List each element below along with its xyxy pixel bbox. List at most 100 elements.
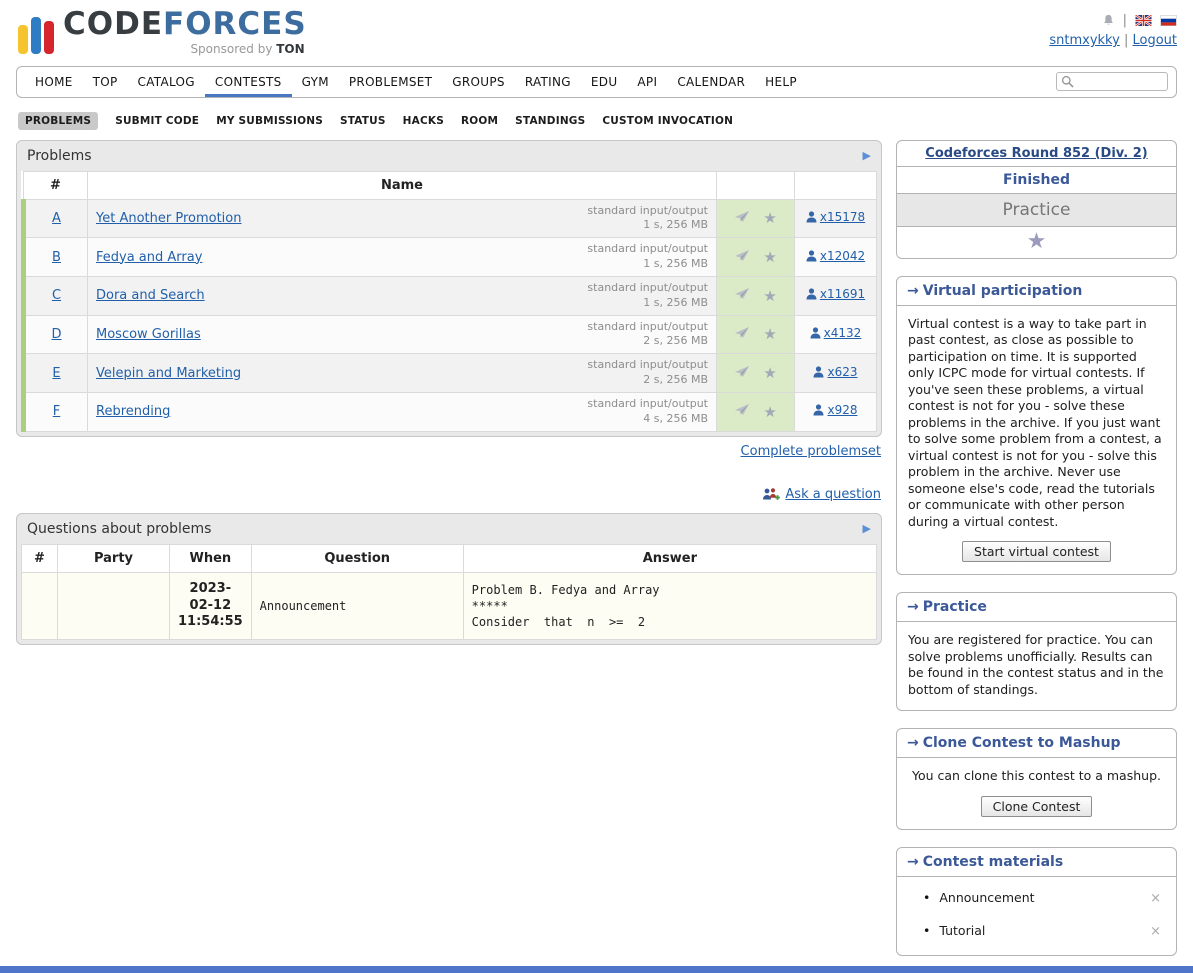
problem-title-link[interactable]: Fedya and Array: [96, 250, 202, 265]
nav-contests[interactable]: CONTESTS: [205, 67, 292, 97]
nav-top[interactable]: TOP: [83, 67, 128, 97]
logout-link[interactable]: Logout: [1132, 33, 1177, 48]
submit-plane-icon[interactable]: [734, 210, 750, 227]
question-answer: Problem B. Fedya and Array ***** Conside…: [463, 572, 876, 640]
russian-flag-icon[interactable]: [1160, 15, 1177, 26]
problem-row: A Yet Another Promotion standard input/o…: [24, 199, 877, 238]
solved-count-link[interactable]: x11691: [806, 287, 865, 301]
person-icon: [806, 250, 817, 262]
nav-gym[interactable]: GYM: [292, 67, 339, 97]
subnav-standings[interactable]: STANDINGS: [515, 115, 585, 127]
person-icon: [810, 327, 821, 339]
clone-contest-button[interactable]: Clone Contest: [981, 796, 1093, 817]
ask-question-link[interactable]: Ask a question: [785, 487, 881, 502]
arrow-icon: →: [907, 599, 919, 615]
complete-problemset-link[interactable]: Complete problemset: [741, 444, 881, 459]
nav-help[interactable]: HELP: [755, 67, 807, 97]
questions-header-row: # Party When Question Answer: [22, 544, 877, 572]
problem-row: B Fedya and Array standard input/output …: [24, 238, 877, 277]
person-icon: [813, 404, 824, 416]
subnav-room[interactable]: ROOM: [461, 115, 498, 127]
english-flag-icon[interactable]: [1135, 15, 1152, 26]
nav-calendar[interactable]: CALENDAR: [667, 67, 755, 97]
contest-title-row: Codeforces Round 852 (Div. 2): [897, 141, 1176, 166]
problem-title-link[interactable]: Moscow Gorillas: [96, 327, 201, 342]
favorite-star-icon[interactable]: ★: [763, 248, 776, 266]
subnav-custom-invocation[interactable]: CUSTOM INVOCATION: [602, 115, 733, 127]
nav-edu[interactable]: EDU: [581, 67, 628, 97]
subnav-submit-code[interactable]: SUBMIT CODE: [115, 115, 199, 127]
questions-table-box: Questions about problems ▶ # Party When …: [16, 513, 882, 646]
submit-plane-icon[interactable]: [734, 287, 750, 304]
solved-count-link[interactable]: x12042: [806, 249, 865, 263]
subnav-status[interactable]: STATUS: [340, 115, 386, 127]
submit-plane-icon[interactable]: [734, 403, 750, 420]
bell-icon[interactable]: [1102, 13, 1115, 27]
problem-letter-link[interactable]: B: [52, 250, 61, 265]
problem-letter-link[interactable]: A: [52, 211, 61, 226]
problem-title-link[interactable]: Yet Another Promotion: [96, 211, 241, 226]
bullet-icon: •: [923, 923, 930, 940]
submit-plane-icon[interactable]: [734, 249, 750, 266]
problem-letter-link[interactable]: C: [52, 288, 61, 303]
subnav-hacks[interactable]: HACKS: [403, 115, 444, 127]
material-item-tutorial[interactable]: • Tutorial ×: [908, 915, 1165, 948]
solved-count-link[interactable]: x4132: [810, 326, 862, 340]
logo-bar-red: [44, 21, 54, 54]
subnav-problems[interactable]: PROBLEMS: [18, 112, 98, 130]
page: CODEFORCES Sponsored by TON |: [0, 0, 1193, 956]
logo-bars-icon: [18, 8, 54, 54]
col-header-index: #: [24, 171, 88, 199]
problem-row: C Dora and Search standard input/output …: [24, 276, 877, 315]
close-icon[interactable]: ×: [1148, 923, 1163, 940]
favorite-star-icon[interactable]: ★: [763, 403, 776, 421]
material-label: Announcement: [939, 890, 1139, 907]
practice-text: You are registered for practice. You can…: [908, 632, 1165, 698]
codeforces-logo[interactable]: CODEFORCES Sponsored by TON: [16, 8, 307, 56]
expand-arrow-icon[interactable]: ▶: [863, 522, 871, 535]
problem-title-link[interactable]: Velepin and Marketing: [96, 366, 241, 381]
nav-rating[interactable]: RATING: [515, 67, 581, 97]
expand-arrow-icon[interactable]: ▶: [863, 149, 871, 162]
contest-materials-body: • Announcement × • Tutorial ×: [897, 877, 1176, 955]
nav-groups[interactable]: GROUPS: [442, 67, 515, 97]
problem-letter-link[interactable]: D: [51, 327, 61, 342]
problem-limits: standard input/output 1 s, 256 MB: [587, 281, 708, 311]
favorite-star-icon[interactable]: ★: [763, 364, 776, 382]
submit-plane-icon[interactable]: [734, 326, 750, 343]
col-header-icons: [717, 171, 795, 199]
favorite-contest-star-icon[interactable]: ★: [1027, 229, 1047, 254]
col-header-party: Party: [58, 544, 170, 572]
header-right: |: [1049, 8, 1177, 56]
content: PROBLEMS SUBMIT CODE MY SUBMISSIONS STAT…: [16, 98, 1177, 956]
solved-count-link[interactable]: x928: [813, 403, 857, 417]
practice-box: →Practice You are registered for practic…: [896, 592, 1177, 711]
solved-count-link[interactable]: x623: [813, 365, 857, 379]
problem-letter-link[interactable]: E: [52, 366, 60, 381]
problems-caption: Problems: [27, 148, 92, 164]
nav-catalog[interactable]: CATALOG: [128, 67, 205, 97]
problem-title-link[interactable]: Rebrending: [96, 404, 170, 419]
search-input[interactable]: [1077, 75, 1163, 89]
problem-letter-link[interactable]: F: [53, 404, 60, 419]
material-item-announcement[interactable]: • Announcement ×: [908, 882, 1165, 915]
arrow-icon: →: [907, 283, 919, 299]
nav-home[interactable]: HOME: [25, 67, 83, 97]
person-icon: [806, 288, 817, 300]
submit-plane-icon[interactable]: [734, 365, 750, 382]
person-icon: [806, 211, 817, 223]
contest-title-link[interactable]: Codeforces Round 852 (Div. 2): [925, 146, 1147, 161]
col-header-answer: Answer: [463, 544, 876, 572]
nav-api[interactable]: API: [627, 67, 667, 97]
favorite-star-icon[interactable]: ★: [763, 287, 776, 305]
username-link[interactable]: sntmxykky: [1049, 33, 1119, 48]
problems-caption-bar: Problems ▶: [21, 145, 877, 171]
start-virtual-contest-button[interactable]: Start virtual contest: [962, 541, 1111, 562]
nav-problemset[interactable]: PROBLEMSET: [339, 67, 442, 97]
subnav-my-submissions[interactable]: MY SUBMISSIONS: [216, 115, 323, 127]
solved-count-link[interactable]: x15178: [806, 210, 865, 224]
problem-title-link[interactable]: Dora and Search: [96, 288, 205, 303]
close-icon[interactable]: ×: [1148, 890, 1163, 907]
favorite-star-icon[interactable]: ★: [763, 209, 776, 227]
favorite-star-icon[interactable]: ★: [763, 325, 776, 343]
